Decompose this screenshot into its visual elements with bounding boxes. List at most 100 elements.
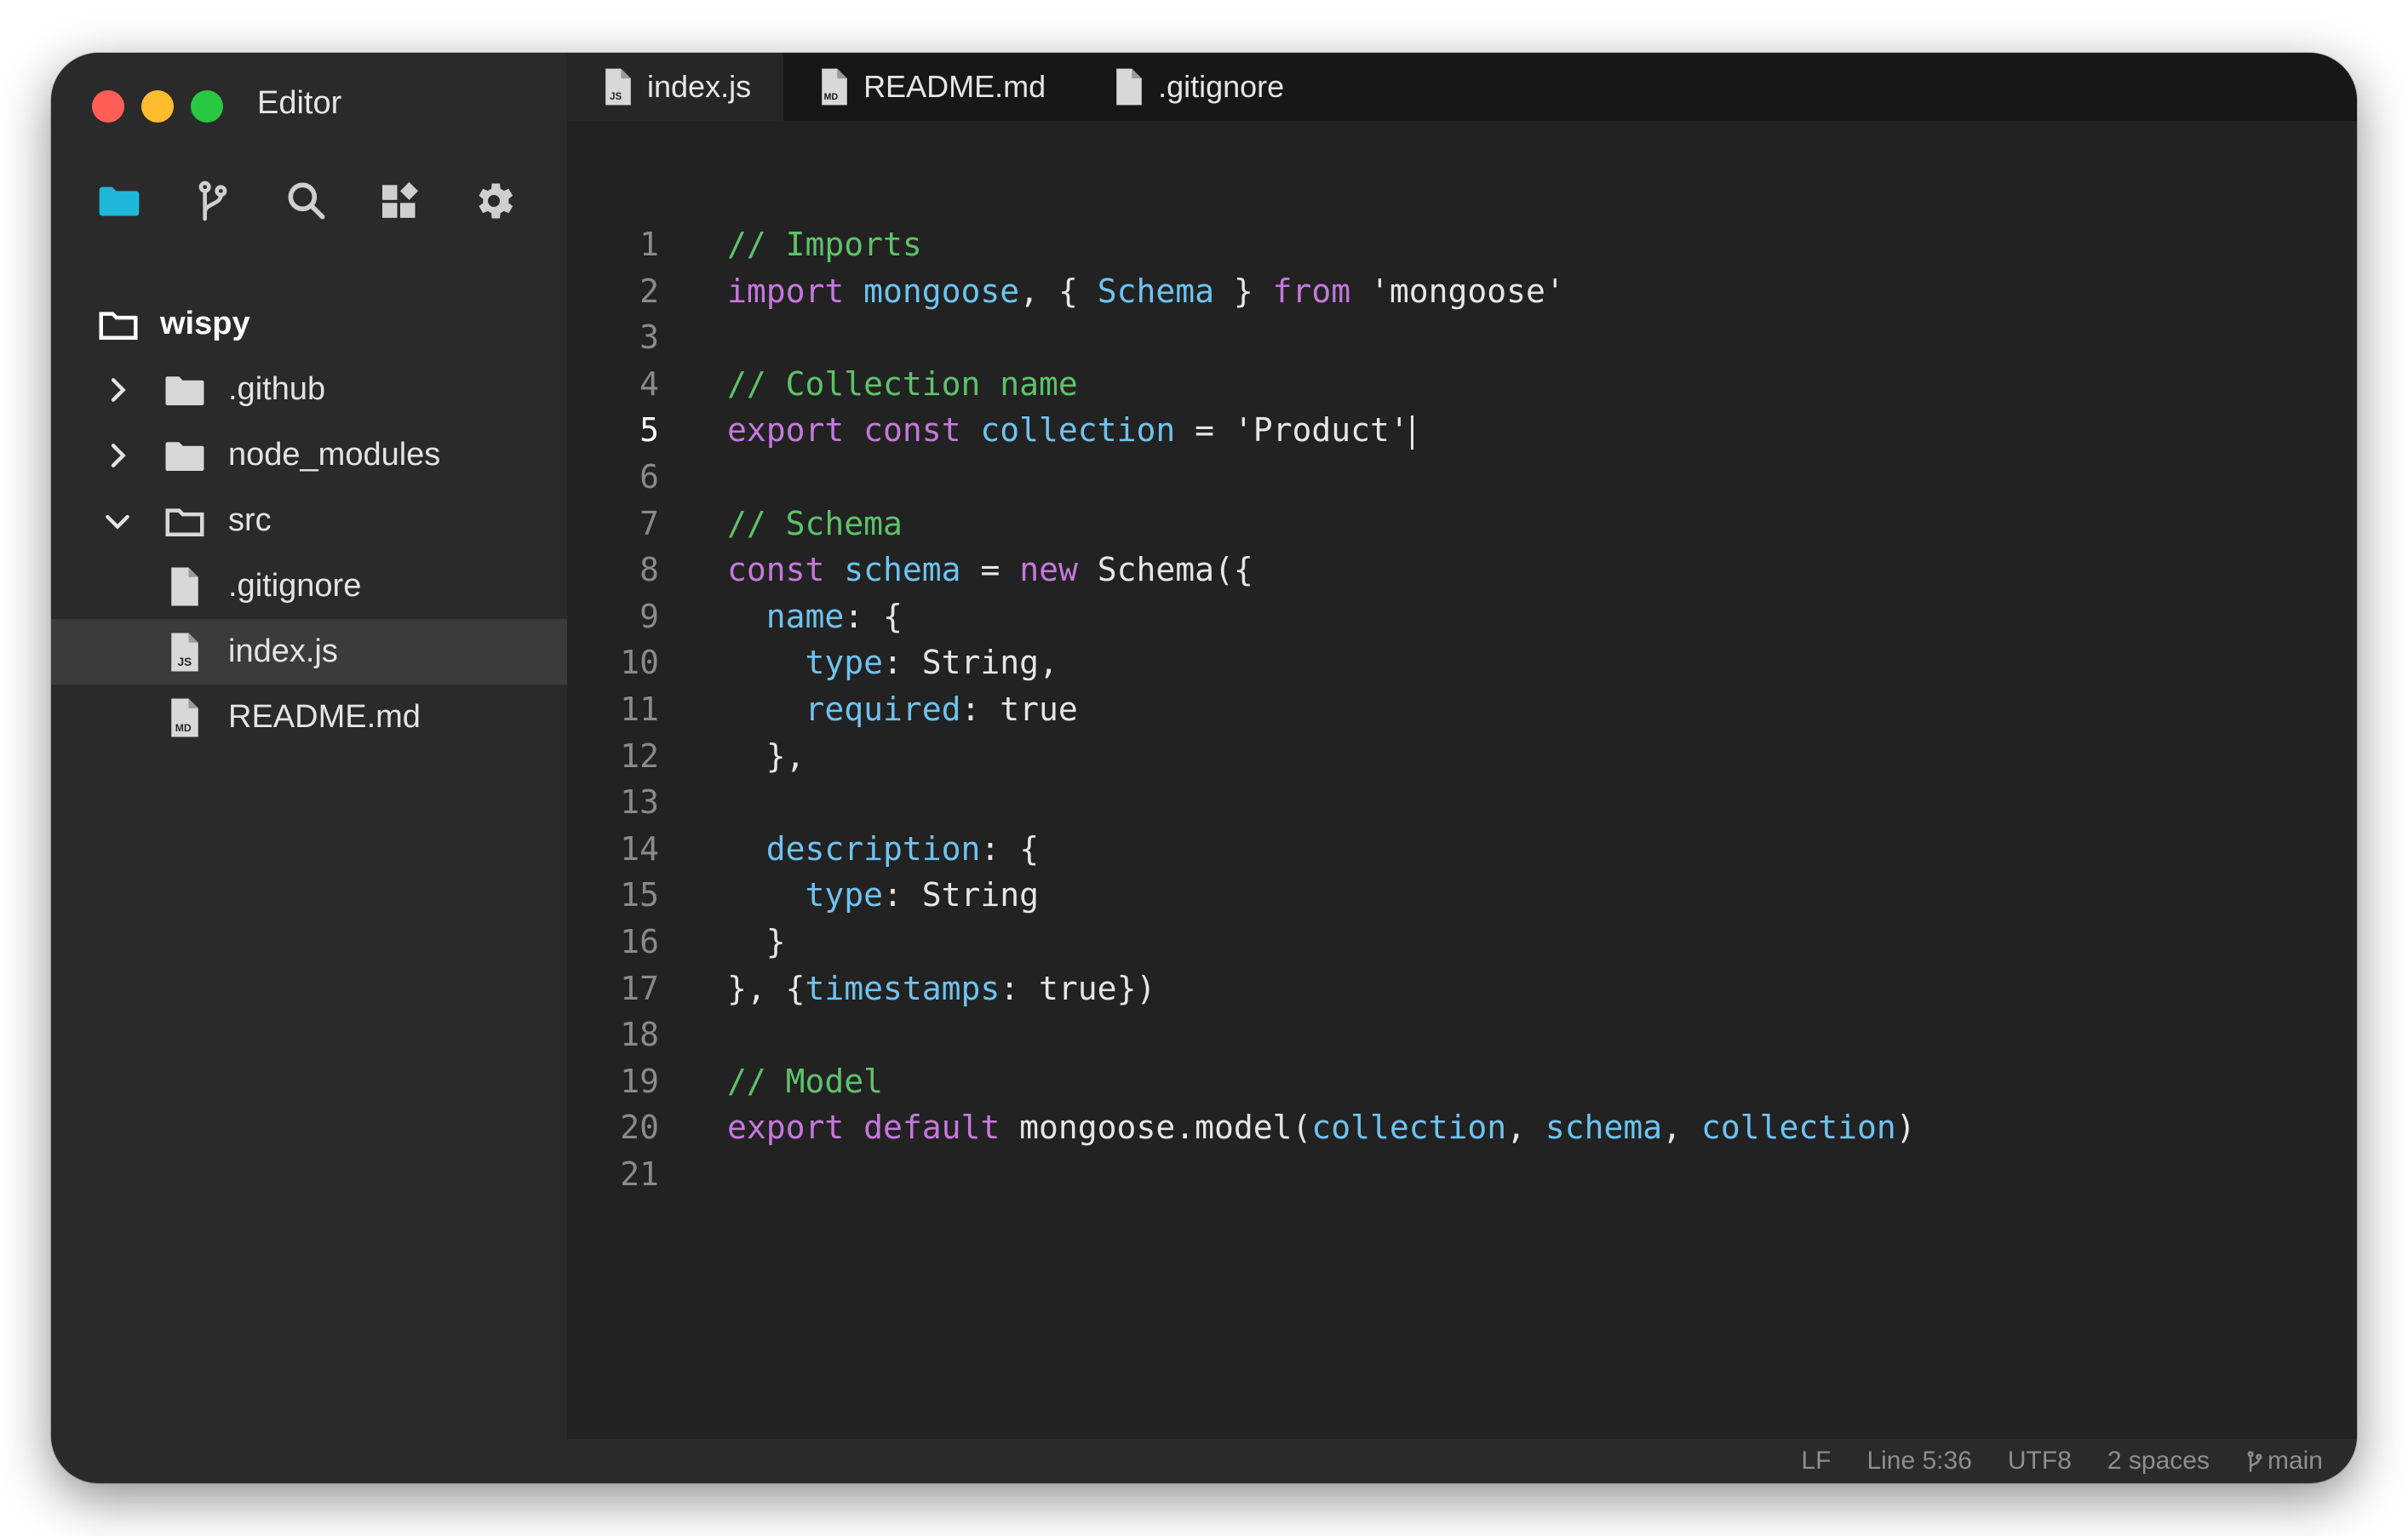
- tree-item-label: .github: [228, 371, 326, 407]
- code-line[interactable]: 4 // Collection name: [567, 361, 2357, 408]
- line-text: description: {: [727, 826, 1039, 873]
- code-line[interactable]: 18: [567, 1012, 2357, 1058]
- code-editor[interactable]: 1 // Imports 2 import mongoose, { Schema } …: [567, 121, 2357, 1439]
- branch-status[interactable]: main: [2245, 1447, 2323, 1476]
- folder-open-icon: [99, 311, 138, 340]
- tree-item-label: index.js: [228, 633, 338, 669]
- line-number: 8: [639, 551, 659, 589]
- line-ending-status[interactable]: LF: [1801, 1447, 1831, 1476]
- markdown-file-icon: MD: [171, 698, 198, 736]
- search-icon: [288, 182, 325, 220]
- line-text: }: [727, 919, 786, 966]
- code-line[interactable]: 16 }: [567, 919, 2357, 966]
- code-token: , {: [1019, 272, 1098, 310]
- line-text: import mongoose, { Schema } from 'mongoo…: [727, 268, 1565, 315]
- status-bar: LF Line 5:36 UTF8 2 spaces main: [567, 1439, 2357, 1483]
- line-number: 1: [639, 226, 659, 263]
- tree-item-label: node_modules: [228, 437, 441, 473]
- code-line[interactable]: 17 }, {timestamps: true}): [567, 966, 2357, 1012]
- line-number: 17: [620, 969, 659, 1007]
- tree-item-node-modules[interactable]: node_modules: [51, 422, 567, 488]
- extensions-button[interactable]: [375, 175, 426, 226]
- code-line[interactable]: 19 // Model: [567, 1058, 2357, 1105]
- tree-item-gitignore[interactable]: .gitignore: [51, 553, 567, 619]
- code-token: type: [805, 644, 884, 682]
- chevron-right-icon: [111, 443, 126, 467]
- code-token: from: [1272, 272, 1351, 310]
- line-number: 13: [620, 783, 659, 822]
- indentation-status[interactable]: 2 spaces: [2107, 1447, 2210, 1476]
- tab-readme-md[interactable]: MD README.md: [783, 53, 1078, 121]
- code-line[interactable]: 10 type: String,: [567, 639, 2357, 686]
- tree-item-readme-md[interactable]: MD README.md: [51, 685, 567, 750]
- line-number: 12: [620, 736, 659, 775]
- code-token: required: [805, 690, 961, 728]
- code-line[interactable]: 8 const schema = new Schema({: [567, 547, 2357, 593]
- extensions-icon: [382, 181, 418, 218]
- tree-item-github[interactable]: .github: [51, 357, 567, 422]
- code-token: collection: [1700, 1109, 1896, 1147]
- branch-icon: [2247, 1451, 2262, 1472]
- code-line[interactable]: 1 // Imports: [567, 221, 2357, 268]
- code-token: type: [805, 876, 884, 914]
- code-line[interactable]: 3: [567, 314, 2357, 361]
- app-title: Editor: [257, 85, 342, 121]
- tree-item-src[interactable]: src: [51, 488, 567, 553]
- code-token: export const: [727, 411, 981, 450]
- code-line[interactable]: 7 // Schema: [567, 501, 2357, 547]
- svg-text:MD: MD: [175, 721, 192, 733]
- search-button[interactable]: [281, 175, 332, 226]
- minimize-button[interactable]: [141, 90, 174, 123]
- code-line[interactable]: 15 type: String: [567, 872, 2357, 919]
- line-text: type: String: [727, 872, 1040, 919]
- svg-text:JS: JS: [178, 655, 192, 668]
- code-token: },: [727, 736, 806, 775]
- code-line[interactable]: 20 export default mongoose.model(collecti…: [567, 1104, 2357, 1151]
- code-line[interactable]: 14 description: {: [567, 826, 2357, 873]
- code-line[interactable]: 9 name: {: [567, 593, 2357, 640]
- code-token: : String,: [883, 644, 1058, 682]
- code-line[interactable]: 13: [567, 779, 2357, 826]
- tree-root-wispy[interactable]: wispy: [51, 291, 567, 357]
- explorer-button[interactable]: [94, 175, 145, 226]
- code-lines: 1 // Imports 2 import mongoose, { Schema } …: [567, 221, 2357, 1197]
- source-control-button[interactable]: [187, 175, 238, 226]
- line-text: name: {: [727, 593, 903, 640]
- code-line[interactable]: 5 export const collection = 'Product': [567, 407, 2357, 454]
- code-token: // Model: [727, 1062, 884, 1100]
- code-token: timestamps: [805, 969, 1000, 1007]
- code-token: name: [765, 597, 845, 635]
- code-line[interactable]: 21: [567, 1151, 2357, 1198]
- code-token: }, {: [727, 969, 806, 1007]
- tab-gitignore[interactable]: .gitignore: [1078, 53, 1316, 121]
- js-file-icon: JS: [171, 633, 198, 671]
- code-token: = 'Product': [1175, 411, 1409, 450]
- close-button[interactable]: [92, 90, 124, 123]
- line-number: 3: [639, 318, 659, 357]
- settings-button[interactable]: [468, 175, 519, 226]
- cursor-position-status[interactable]: Line 5:36: [1866, 1447, 1971, 1476]
- line-number: 18: [620, 1016, 659, 1054]
- code-line[interactable]: 11 required: true: [567, 686, 2357, 733]
- code-token: }: [727, 922, 786, 960]
- tree-item-index-js[interactable]: JS index.js: [51, 619, 567, 685]
- code-token: new: [1019, 551, 1098, 589]
- line-text: }, {timestamps: true}): [727, 966, 1155, 1012]
- gear-icon: [479, 183, 513, 219]
- folder-icon: [165, 441, 204, 471]
- code-line[interactable]: 12 },: [567, 733, 2357, 780]
- tree-root-label: wispy: [160, 306, 250, 341]
- code-line[interactable]: 2 import mongoose, { Schema } from 'mongo…: [567, 268, 2357, 315]
- tab-label: index.js: [647, 69, 752, 104]
- maximize-button[interactable]: [191, 90, 223, 123]
- encoding-status[interactable]: UTF8: [2008, 1447, 2072, 1476]
- line-text: // Imports: [727, 221, 922, 268]
- line-number: 19: [620, 1062, 659, 1100]
- tab-index-js[interactable]: JS index.js: [567, 53, 784, 121]
- code-line[interactable]: 6: [567, 454, 2357, 501]
- code-token: : true: [960, 690, 1078, 728]
- tab-label: README.md: [863, 69, 1046, 104]
- code-token: // Schema: [727, 504, 903, 542]
- line-number: 11: [620, 690, 659, 728]
